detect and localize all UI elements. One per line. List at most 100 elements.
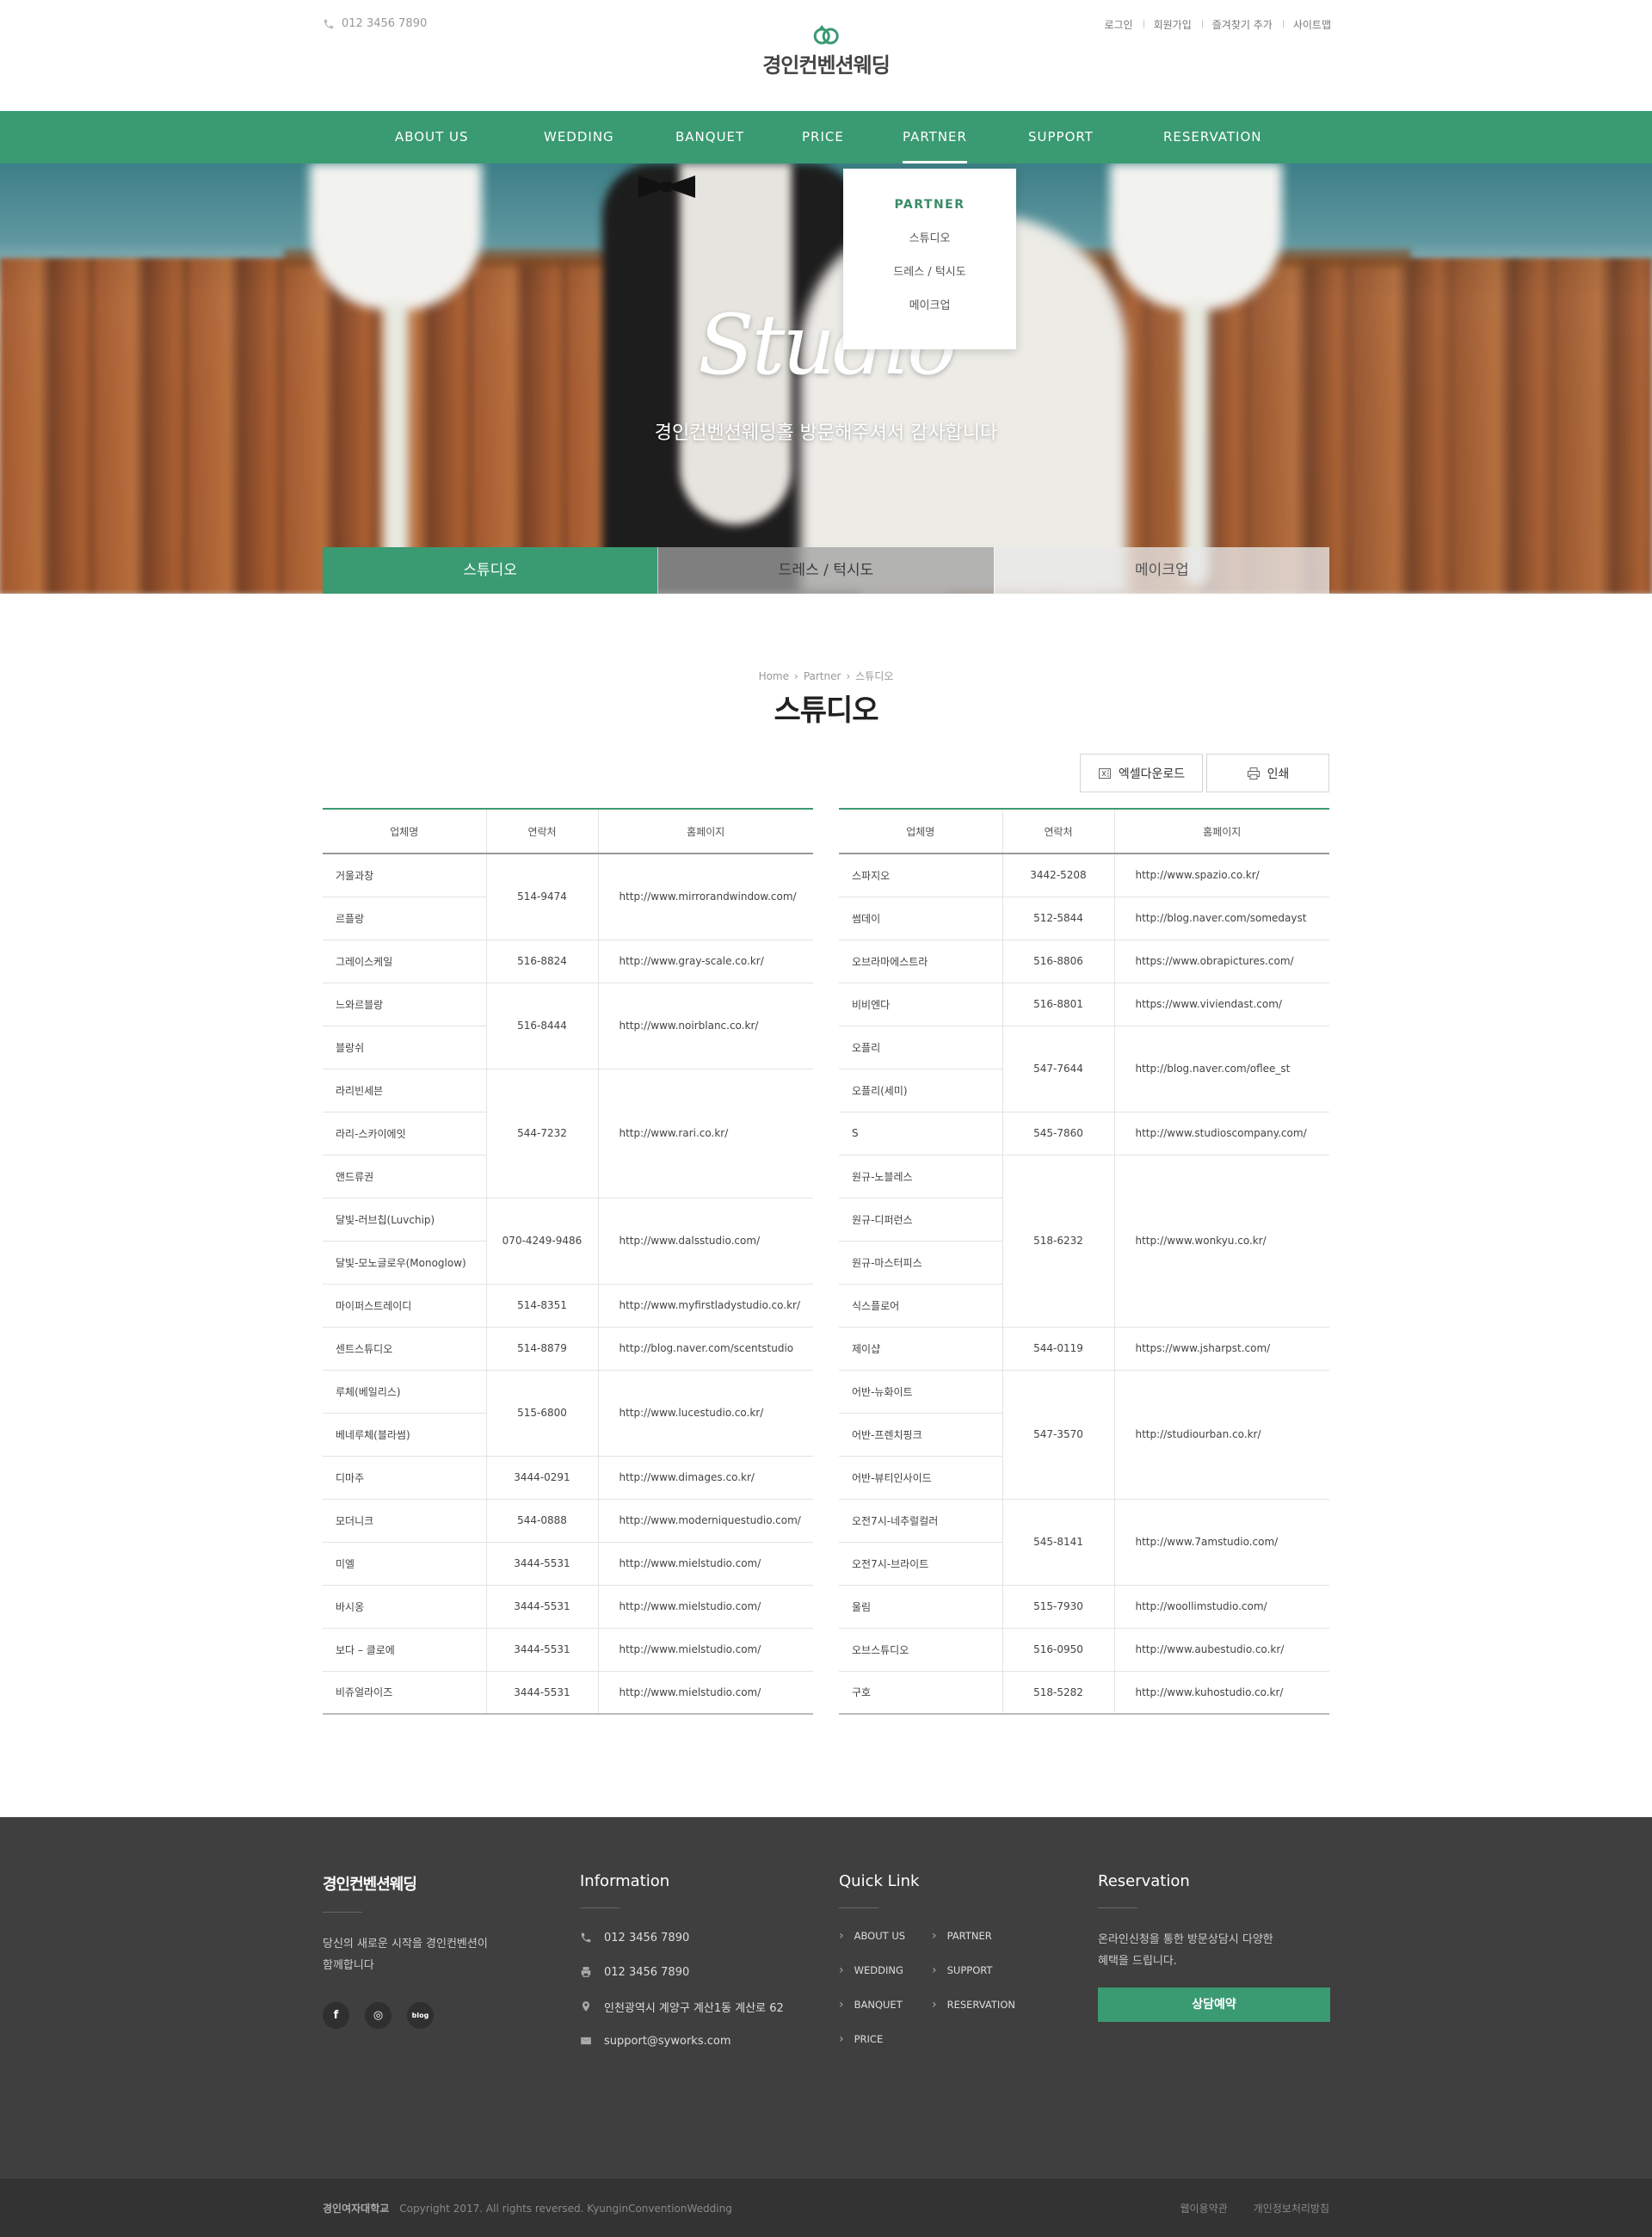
- partner-dropdown-menu: PARTNER 스튜디오 드레스 / 턱시도 메이크업: [843, 169, 1016, 349]
- excel-download-label: 엑셀다운로드: [1118, 767, 1186, 781]
- studio-homepage-link[interactable]: http://www.mielstudio.com/: [598, 1628, 813, 1672]
- footer-brand: 경인컨벤션웨딩 당신의 새로운 시작을 경인컨벤션이 함께합니다 f ◎ blo…: [323, 1872, 488, 2029]
- studio-homepage-link[interactable]: http://www.wonkyu.co.kr/: [1114, 1155, 1329, 1328]
- studio-homepage-link[interactable]: http://www.mielstudio.com/: [598, 1671, 813, 1715]
- quick-link-partner[interactable]: PARTNER: [932, 1929, 1035, 1943]
- studio-name-cell: 어반-프렌치핑크: [839, 1413, 1002, 1457]
- utility-links: 로그인 회원가입 즐겨찾기 추가 사이트맵: [1094, 17, 1331, 32]
- studio-homepage-link[interactable]: http://www.dalsstudio.com/: [598, 1198, 813, 1285]
- print-button[interactable]: 인쇄: [1206, 754, 1329, 792]
- table-row: 보다 – 클로에 3444-5531 http://www.mielstudio.c…: [323, 1628, 813, 1672]
- dropdown-item-dress[interactable]: 드레스 / 턱시도: [843, 262, 1016, 279]
- nav-about-us[interactable]: ABOUT US: [395, 111, 469, 163]
- studio-name-cell: 그레이스케일: [323, 940, 486, 983]
- quick-link-support[interactable]: SUPPORT: [932, 1963, 1035, 1977]
- nav-banquet[interactable]: BANQUET: [675, 111, 744, 163]
- blog-icon[interactable]: blog: [407, 2002, 434, 2029]
- studio-homepage-link[interactable]: http://www.kuhostudio.co.kr/: [1114, 1671, 1329, 1715]
- studio-phone-cell: 516-8444: [485, 983, 599, 1069]
- studio-homepage-link[interactable]: http://www.spazio.co.kr/: [1114, 854, 1329, 897]
- signup-link[interactable]: 회원가입: [1143, 17, 1202, 32]
- quick-link-reservation[interactable]: RESERVATION: [932, 1998, 1035, 2012]
- top-bar: 012 3456 7890 경인컨벤션웨딩 로그인 회원가입 즐겨찾기 추가 사…: [0, 0, 1652, 111]
- studio-phone-cell: 545-8141: [1002, 1499, 1115, 1586]
- studio-homepage-link[interactable]: http://blog.naver.com/oflee_st: [1114, 1026, 1329, 1112]
- studio-homepage-link[interactable]: http://www.gray-scale.co.kr/: [598, 940, 813, 983]
- quick-link-wedding[interactable]: WEDDING: [839, 1963, 932, 1977]
- dropdown-item-makeup[interactable]: 메이크업: [843, 296, 1016, 312]
- studio-homepage-link[interactable]: http://www.myfirstladystudio.co.kr/: [598, 1284, 813, 1328]
- table-row: 그레이스케일 516-8824 http://www.gray-scale.co.k…: [323, 940, 813, 983]
- breadcrumb-section[interactable]: Partner: [804, 670, 841, 682]
- table-row: 디마주 3444-0291 http://www.dimages.co.kr/: [323, 1456, 813, 1500]
- excel-download-button[interactable]: 엑셀다운로드: [1080, 754, 1203, 792]
- footer-brand-desc-1: 당신의 새로운 시작을 경인컨벤션이: [323, 1938, 488, 1950]
- login-link[interactable]: 로그인: [1094, 17, 1143, 32]
- studio-homepage-link[interactable]: https://www.obrapictures.com/: [1114, 940, 1329, 983]
- site-logo[interactable]: 경인컨벤션웨딩: [762, 24, 891, 78]
- studio-homepage-link[interactable]: http://www.lucestudio.co.kr/: [598, 1370, 813, 1457]
- studio-homepage-link[interactable]: https://www.jsharpst.com/: [1114, 1327, 1329, 1371]
- tab-studio[interactable]: 스튜디오: [323, 547, 658, 594]
- bookmark-link[interactable]: 즐겨찾기 추가: [1201, 17, 1283, 32]
- studio-homepage-link[interactable]: http://studiourban.co.kr/: [1114, 1370, 1329, 1500]
- footer-copyright: Copyright 2017. All rights reversed. Kyu…: [399, 2202, 732, 2215]
- studio-phone-cell: 516-8806: [1002, 940, 1115, 983]
- studio-homepage-link[interactable]: http://woollimstudio.com/: [1114, 1585, 1329, 1629]
- dropdown-item-studio[interactable]: 스튜디오: [843, 229, 1016, 245]
- studio-phone-cell: 516-8801: [1002, 983, 1115, 1026]
- studio-phone-cell: 516-0950: [1002, 1628, 1115, 1672]
- studio-phone-cell: 3444-5531: [485, 1585, 599, 1629]
- studio-homepage-link[interactable]: http://blog.naver.com/somedayst: [1114, 897, 1329, 940]
- facebook-icon[interactable]: f: [323, 2002, 349, 2029]
- terms-link[interactable]: 웹이용약관: [1180, 2201, 1227, 2215]
- studio-phone-cell: 514-9474: [485, 854, 599, 940]
- instagram-icon[interactable]: ◎: [365, 2002, 391, 2029]
- header-name: 업체명: [839, 808, 1002, 854]
- header-phone: 연락처: [485, 808, 598, 854]
- nav-partner[interactable]: PARTNER: [903, 111, 967, 163]
- quick-link-banquet[interactable]: BANQUET: [839, 1998, 932, 2012]
- studio-name-cell: S: [839, 1112, 1002, 1155]
- studio-homepage-link[interactable]: http://www.rari.co.kr/: [598, 1069, 813, 1199]
- studio-name-cell: 르플랑: [323, 897, 486, 940]
- footer-reserve-desc-2: 혜택을 드립니다.: [1098, 1955, 1177, 1968]
- nav-wedding[interactable]: WEDDING: [544, 111, 614, 163]
- table-row: 바시옹 3444-5531 http://www.mielstudio.com/: [323, 1585, 813, 1629]
- studio-homepage-link[interactable]: http://blog.naver.com/scentstudio: [598, 1327, 813, 1371]
- studio-homepage-link[interactable]: http://www.7amstudio.com/: [1114, 1499, 1329, 1586]
- sitemap-link[interactable]: 사이트맵: [1282, 17, 1331, 32]
- rings-logo-icon: [813, 25, 839, 45]
- studio-phone-cell: 515-7930: [1002, 1585, 1115, 1629]
- studio-name-cell: 보다 – 클로에: [323, 1628, 486, 1672]
- main-navigation: ABOUT US WEDDING BANQUET PRICE PARTNER S…: [0, 111, 1652, 163]
- table-row: 오플리 547-7644 http://blog.naver.com/oflee_s…: [839, 1026, 1329, 1112]
- studio-homepage-link[interactable]: http://www.dimages.co.kr/: [598, 1456, 813, 1500]
- studio-homepage-link[interactable]: http://www.mielstudio.com/: [598, 1585, 813, 1629]
- studio-homepage-link[interactable]: http://www.mielstudio.com/: [598, 1542, 813, 1586]
- studio-phone-cell: 3444-5531: [485, 1671, 599, 1715]
- quick-link-about-us[interactable]: ABOUT US: [839, 1929, 932, 1943]
- nav-reservation[interactable]: RESERVATION: [1163, 111, 1262, 163]
- quick-link-price[interactable]: PRICE: [839, 2032, 932, 2046]
- nav-price[interactable]: PRICE: [802, 111, 844, 163]
- consultation-reserve-button[interactable]: 상담예약: [1098, 1987, 1330, 2022]
- studio-homepage-link[interactable]: http://www.noirblanc.co.kr/: [598, 983, 813, 1069]
- studio-homepage-link[interactable]: http://www.aubestudio.co.kr/: [1114, 1628, 1329, 1672]
- studio-name-cell: 바시옹: [323, 1585, 486, 1629]
- tab-makeup[interactable]: 메이크업: [993, 547, 1329, 594]
- breadcrumb-home[interactable]: Home: [759, 670, 789, 682]
- studio-homepage-link[interactable]: http://www.moderniquestudio.com/: [598, 1499, 813, 1543]
- privacy-link[interactable]: 개인정보처리방침: [1254, 2201, 1329, 2215]
- studio-homepage-link[interactable]: http://www.studioscompany.com/: [1114, 1112, 1329, 1155]
- studio-name-cell: 원규-마스터피스: [839, 1241, 1002, 1285]
- tab-dress[interactable]: 드레스 / 턱시도: [657, 547, 994, 594]
- studio-name-cell: 오브라마에스트라: [839, 940, 1002, 983]
- nav-support[interactable]: SUPPORT: [1028, 111, 1094, 163]
- studio-homepage-link[interactable]: http://www.mirrorandwindow.com/: [598, 854, 813, 940]
- studio-name-cell: 라리-스카이에잇: [323, 1112, 486, 1155]
- studio-homepage-link[interactable]: https://www.viviendast.com/: [1114, 983, 1329, 1026]
- studio-phone-cell: 518-6232: [1002, 1155, 1115, 1328]
- studio-phone-cell: 518-5282: [1002, 1671, 1115, 1715]
- footer-email[interactable]: support@syworks.com: [604, 2035, 731, 2048]
